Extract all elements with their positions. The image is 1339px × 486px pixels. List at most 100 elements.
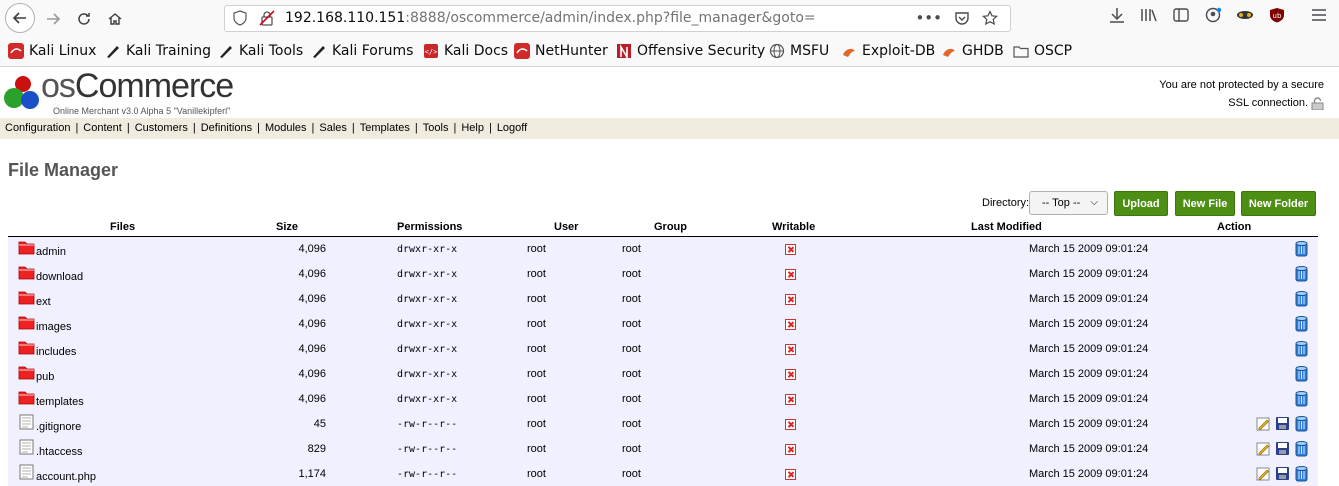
file-name-link[interactable]: admin	[36, 246, 66, 258]
col-user[interactable]: User	[554, 221, 578, 233]
delete-icon[interactable]	[1294, 240, 1309, 257]
directory-label: Directory:	[982, 197, 1030, 209]
col-writable[interactable]: Writable	[772, 221, 815, 233]
file-name-link[interactable]: ext	[36, 296, 51, 308]
page-actions-icon[interactable]: •••	[915, 9, 942, 27]
delete-icon[interactable]	[1294, 340, 1309, 357]
ghdb-icon	[943, 48, 955, 57]
url-bar[interactable]: 192.168.110.151:8888/oscommerce/admin/in…	[224, 5, 1011, 32]
menu-help[interactable]: Help	[461, 122, 484, 134]
insecure-lock-icon[interactable]	[259, 10, 275, 26]
bookmark-kali-training[interactable]: Kali Training	[105, 43, 211, 59]
delete-icon[interactable]	[1294, 440, 1309, 457]
bookmark-label: Exploit-DB	[862, 43, 936, 59]
col-last-modified[interactable]: Last Modified	[971, 221, 1042, 233]
bookmark-kali-docs[interactable]: </> Kali Docs	[423, 43, 508, 59]
sidebar-icon[interactable]	[1172, 7, 1190, 23]
file-permissions: drwxr-xr-x	[397, 344, 458, 355]
bookmark-kali-forums[interactable]: Kali Forums	[311, 43, 413, 59]
file-name-link[interactable]: includes	[36, 346, 76, 358]
home-button[interactable]	[102, 6, 128, 32]
hamburger-menu-icon[interactable]	[1310, 7, 1328, 23]
menu-content[interactable]: Content	[83, 122, 122, 134]
file-name-link[interactable]: account.php	[36, 471, 96, 483]
url-text[interactable]: 192.168.110.151:8888/oscommerce/admin/in…	[285, 10, 816, 26]
download-icon[interactable]	[1108, 7, 1126, 23]
bookmark-ghdb[interactable]: GHDB	[941, 43, 1004, 59]
kali-icon	[8, 43, 24, 59]
bookmark-kali-tools[interactable]: Kali Tools	[218, 43, 303, 59]
edit-icon[interactable]	[1256, 465, 1271, 482]
save-icon[interactable]	[1275, 415, 1290, 432]
home-icon	[108, 13, 122, 25]
library-icon[interactable]	[1140, 7, 1158, 23]
file-last-modified: March 15 2009 09:01:24	[1029, 343, 1149, 355]
bookmark-label: Kali Docs	[444, 43, 509, 59]
pocket-icon[interactable]	[954, 10, 970, 26]
bookmark-kali-linux[interactable]: Kali Linux	[8, 43, 96, 59]
file-name-link[interactable]: download	[36, 271, 83, 283]
col-size[interactable]: Size	[276, 221, 298, 233]
ublock-icon[interactable]: ub	[1268, 7, 1286, 23]
bookmark-label: Kali Forums	[332, 43, 414, 59]
directory-select[interactable]: -- Top -- ⌵	[1029, 191, 1108, 215]
file-name-link[interactable]: images	[36, 321, 71, 333]
menu-configuration[interactable]: Configuration	[5, 122, 70, 134]
col-permissions[interactable]: Permissions	[397, 221, 462, 233]
menu-modules[interactable]: Modules	[265, 122, 307, 134]
file-user: root	[527, 468, 546, 480]
logo-commerce: Commerce	[74, 67, 234, 105]
new-file-button[interactable]: New File	[1175, 191, 1235, 216]
table-row: account.php 1,174 -rw-r--r-- root root March …	[8, 462, 1318, 486]
globe-icon	[769, 43, 785, 59]
file-group: root	[622, 443, 641, 455]
folder-icon	[18, 316, 35, 330]
folder-icon	[18, 291, 35, 305]
file-name-link[interactable]: pub	[36, 371, 54, 383]
delete-icon[interactable]	[1294, 415, 1309, 432]
file-user: root	[527, 418, 546, 430]
file-name-link[interactable]: .gitignore	[36, 421, 81, 433]
edit-icon[interactable]	[1256, 440, 1271, 457]
account-icon[interactable]	[1204, 7, 1222, 23]
edit-icon[interactable]	[1256, 415, 1271, 432]
new-folder-button[interactable]: New Folder	[1241, 191, 1316, 216]
menu-tools[interactable]: Tools	[423, 122, 449, 134]
folder-icon	[18, 266, 35, 280]
mask-extension-icon[interactable]	[1236, 7, 1254, 23]
forward-button[interactable]	[40, 6, 66, 32]
bookmark-oscp[interactable]: OSCP	[1013, 43, 1072, 59]
oscommerce-logo[interactable]: osCommerce Online Merchant v3.0 Alpha 5 …	[3, 67, 243, 116]
bookmark-exploit-db[interactable]: Exploit-DB	[841, 43, 935, 59]
bookmark-offensive-security[interactable]: Offensive Security	[616, 43, 765, 59]
file-name-link[interactable]: templates	[36, 396, 84, 408]
bookmark-star-icon[interactable]	[982, 10, 998, 26]
menu-sales[interactable]: Sales	[319, 122, 347, 134]
col-group[interactable]: Group	[654, 221, 687, 233]
file-size: 829	[307, 443, 326, 455]
delete-icon[interactable]	[1294, 390, 1309, 407]
bookmark-msfu[interactable]: MSFU	[769, 43, 829, 59]
reload-button[interactable]	[71, 6, 97, 32]
save-icon[interactable]	[1275, 465, 1290, 482]
delete-icon[interactable]	[1294, 315, 1309, 332]
upload-button[interactable]: Upload	[1114, 191, 1168, 216]
col-files[interactable]: Files	[110, 221, 135, 233]
file-icon	[19, 414, 34, 430]
bookmark-nethunter[interactable]: NetHunter	[514, 43, 608, 59]
delete-icon[interactable]	[1294, 265, 1309, 282]
ssl-notice-line1: You are not protected by a secure	[1159, 79, 1324, 91]
menu-templates[interactable]: Templates	[360, 122, 410, 134]
delete-icon[interactable]	[1294, 365, 1309, 382]
menu-customers[interactable]: Customers	[135, 122, 188, 134]
file-name-link[interactable]: .htaccess	[36, 446, 82, 458]
delete-icon[interactable]	[1294, 290, 1309, 307]
not-writable-icon	[785, 419, 796, 430]
menu-definitions[interactable]: Definitions	[201, 122, 252, 134]
delete-icon[interactable]	[1294, 465, 1309, 482]
menu-logoff[interactable]: Logoff	[497, 122, 527, 134]
back-button[interactable]	[5, 3, 35, 33]
site-info-icon[interactable]	[232, 10, 248, 26]
file-group: root	[622, 368, 641, 380]
save-icon[interactable]	[1275, 440, 1290, 457]
